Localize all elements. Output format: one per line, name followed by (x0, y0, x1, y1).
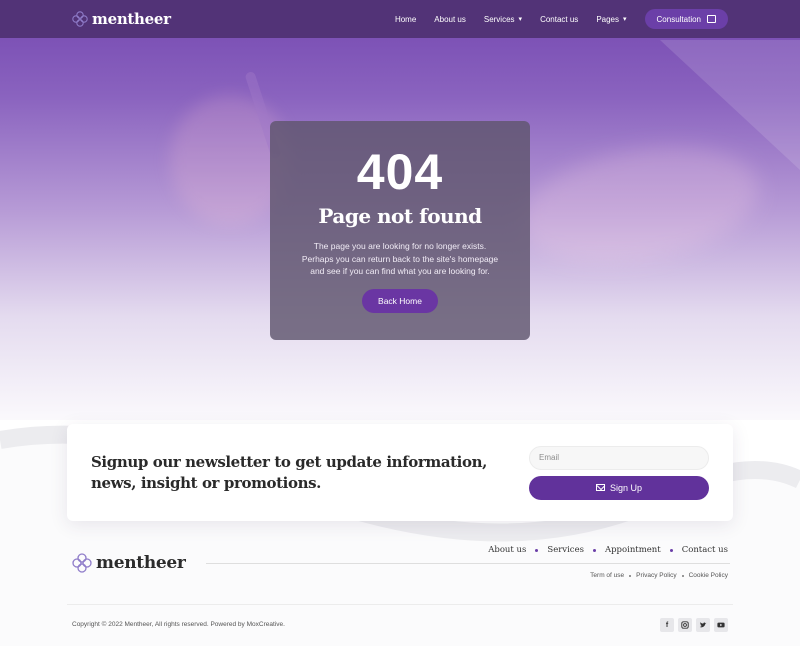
error-message-line: Perhaps you can return back to the site'… (301, 253, 499, 264)
nav-home[interactable]: Home (395, 15, 416, 24)
logo[interactable]: mentheer (72, 10, 171, 28)
facebook-icon[interactable]: f (660, 618, 674, 632)
youtube-icon[interactable] (714, 618, 728, 632)
social-links: f (660, 618, 728, 632)
legal-privacy-policy[interactable]: Privacy Policy (636, 572, 676, 579)
logo-text: mentheer (92, 10, 171, 28)
nav-dot (592, 548, 596, 552)
footer-logo-text: mentheer (96, 553, 186, 573)
nav-dot (669, 548, 673, 552)
legal-nav: Term of use Privacy Policy Cookie Policy (590, 572, 728, 579)
main-nav: Home About us Services ▾ Contact us Page… (377, 9, 728, 29)
footer-nav-services[interactable]: Services (547, 545, 584, 555)
newsletter-form: Sign Up (529, 445, 709, 500)
legal-term-of-use[interactable]: Term of use (590, 572, 624, 579)
nav-pages-label: Pages (596, 14, 619, 24)
footer-logo[interactable]: mentheer (72, 553, 186, 573)
chevron-down-icon: ▾ (623, 16, 627, 23)
chat-icon (707, 15, 716, 23)
consultation-button[interactable]: Consultation (644, 9, 728, 29)
copyright-text: Copyright © 2022 Mentheer, All rights re… (72, 621, 285, 628)
newsletter-box: Signup our newsletter to get update info… (67, 424, 733, 521)
nav-about-us[interactable]: About us (434, 15, 466, 24)
signup-button[interactable]: Sign Up (529, 475, 709, 500)
twitter-icon[interactable] (696, 618, 710, 632)
signup-button-label: Sign Up (609, 482, 643, 493)
newsletter-heading: Signup our newsletter to get update info… (91, 452, 487, 492)
nav-services[interactable]: Services ▾ (484, 15, 522, 24)
error-code: 404 (356, 144, 444, 200)
consultation-button-label: Consultation (656, 14, 701, 24)
legal-dot (681, 574, 684, 577)
site-header: mentheer Home About us Services ▾ Contac… (0, 0, 800, 38)
error-title: Page not found (318, 204, 482, 228)
footer-nav-appointment[interactable]: Appointment (605, 545, 661, 555)
flower-logo-icon (72, 553, 92, 573)
error-message: The page you are looking for no longer e… (290, 240, 510, 278)
footer-separator (206, 563, 730, 564)
nav-pages[interactable]: Pages ▾ (596, 15, 626, 24)
back-home-button[interactable]: Back Home (362, 288, 438, 313)
error-message-line: The page you are looking for no longer e… (313, 241, 487, 251)
error-card: 404 Page not found The page you are look… (270, 121, 530, 340)
email-input[interactable] (529, 445, 709, 470)
error-message-line: and see if you can find what you are loo… (310, 266, 490, 276)
footer-nav-contact-us[interactable]: Contact us (682, 545, 728, 555)
instagram-icon[interactable] (678, 618, 692, 632)
legal-dot (629, 574, 632, 577)
chevron-down-icon: ▾ (518, 16, 523, 23)
footer-divider (67, 604, 733, 605)
flower-logo-icon (72, 11, 88, 27)
mail-icon (595, 484, 605, 491)
legal-cookie-policy[interactable]: Cookie Policy (689, 572, 728, 579)
nav-contact-us[interactable]: Contact us (540, 15, 578, 24)
footer-nav: About us Services Appointment Contact us (488, 545, 728, 555)
footer-nav-about-us[interactable]: About us (488, 545, 526, 555)
nav-services-label: Services (483, 14, 515, 24)
nav-dot (535, 548, 539, 552)
